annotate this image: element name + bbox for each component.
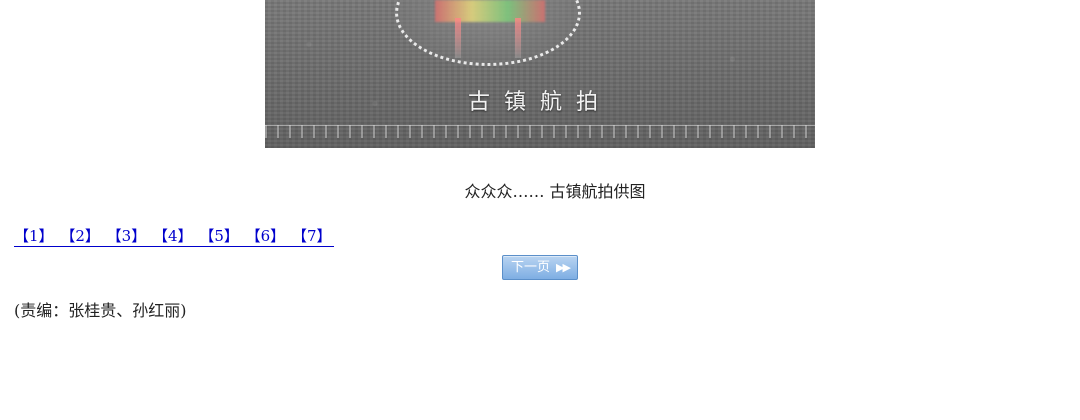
page-link-3[interactable]: 【3】 [107,227,147,245]
page-link-7[interactable]: 【7】 [292,227,332,245]
next-page-button[interactable]: 下一页 ▶▶ [502,255,578,280]
article-page: 古镇航拍 众众众…… 古镇航拍供图 【1】 【2】 【3】 【4】 【5】 【6… [0,0,1080,420]
editor-credit: (责编：张桂贵、孙红丽) [14,301,187,320]
page-links: 【1】 【2】 【3】 【4】 【5】 【6】 【7】 [14,227,334,247]
double-chevron-right-icon: ▶▶ [556,261,571,274]
photo-caption: 众众众…… 古镇航拍供图 [464,182,646,201]
next-page-label: 下一页 [511,260,551,275]
article-photo: 古镇航拍 [265,0,815,148]
page-link-6[interactable]: 【6】 [246,227,286,245]
page-link-1[interactable]: 【1】 [14,227,54,245]
page-link-4[interactable]: 【4】 [153,227,193,245]
photo-wash [265,0,815,148]
photo-overlay-title: 古镇航拍 [467,90,612,115]
page-link-2[interactable]: 【2】 [60,227,100,245]
page-link-5[interactable]: 【5】 [199,227,239,245]
